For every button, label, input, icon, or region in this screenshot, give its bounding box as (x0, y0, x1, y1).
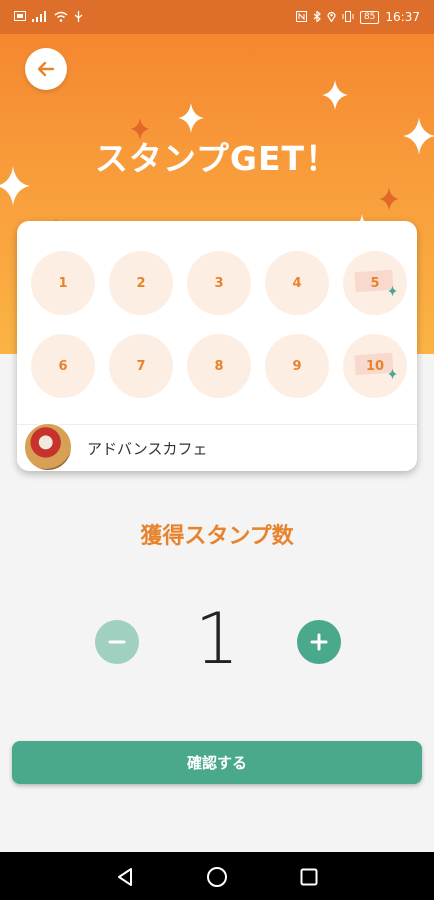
sparkle-icon (379, 187, 399, 211)
stamp-slot: 4 (265, 251, 329, 315)
stamp-number: 7 (136, 358, 146, 374)
shop-name: アドバンスカフェ (87, 440, 208, 458)
stamp-count-label: 獲得スタンプ数 (140, 524, 294, 549)
nav-home-circle-icon (207, 867, 227, 887)
sparkle-icon (388, 368, 397, 380)
stamp-slot: 3 (187, 251, 251, 315)
stamp-number: 6 (58, 358, 68, 374)
nav-back-button[interactable] (113, 864, 139, 890)
status-time: 16:37 (385, 10, 420, 24)
stamp-card: 1 2 3 4 5 6 7 8 9 10 アドバンスカフェ (17, 221, 417, 471)
stamp-number: 8 (214, 358, 224, 374)
stamp-slot: 7 (109, 334, 173, 398)
sparkle-icon (178, 103, 204, 133)
nav-back-triangle-icon (118, 868, 132, 886)
stamp-number: 4 (292, 275, 302, 291)
system-nav-bar (0, 852, 434, 900)
stamp-slot: 10 (343, 334, 407, 398)
page-title: スタンプGET！ (94, 139, 340, 178)
sparkle-icon (388, 285, 397, 297)
stamp-slot: 9 (265, 334, 329, 398)
stamp-slot: 1 (31, 251, 95, 315)
stamp-number: 9 (292, 358, 302, 374)
stamp-number: 10 (365, 358, 385, 374)
nav-home-button[interactable] (204, 864, 230, 890)
status-right-icons: 85 16:37 (295, 9, 420, 24)
stamp-number: 2 (136, 275, 146, 291)
arrow-left-icon (37, 61, 55, 77)
stamp-slot: 6 (31, 334, 95, 398)
nav-recents-button[interactable] (296, 864, 322, 890)
plus-icon (310, 633, 328, 651)
status-bar: 85 16:37 (0, 0, 434, 34)
confirm-button[interactable]: 確認する (12, 741, 422, 784)
battery-indicator: 85 (359, 10, 380, 24)
vibrate-icon (342, 10, 354, 24)
sparkle-icon (322, 80, 348, 110)
bluetooth-icon (313, 9, 321, 24)
stamp-number: 5 (370, 275, 380, 291)
decrement-button[interactable] (95, 620, 139, 664)
stamp-number: 3 (214, 275, 224, 291)
shop-info: アドバンスカフェ (17, 421, 417, 471)
signal-icon (32, 10, 48, 24)
stamp-count-value: 1 (194, 598, 240, 680)
location-icon (327, 11, 336, 24)
back-button[interactable] (25, 48, 67, 90)
minus-icon (108, 640, 126, 644)
stamp-number: 1 (58, 275, 68, 291)
usb-icon (74, 10, 83, 24)
stamp-slot: 2 (109, 251, 173, 315)
nfc-icon (295, 10, 307, 24)
notification-icon (14, 11, 26, 23)
nav-recents-square-icon (300, 868, 318, 886)
stamp-slot: 8 (187, 334, 251, 398)
shop-thumbnail (23, 421, 73, 471)
stamp-slot: 5 (343, 251, 407, 315)
wifi-icon (54, 11, 68, 24)
increment-button[interactable] (297, 620, 341, 664)
status-left-icons (14, 10, 83, 24)
